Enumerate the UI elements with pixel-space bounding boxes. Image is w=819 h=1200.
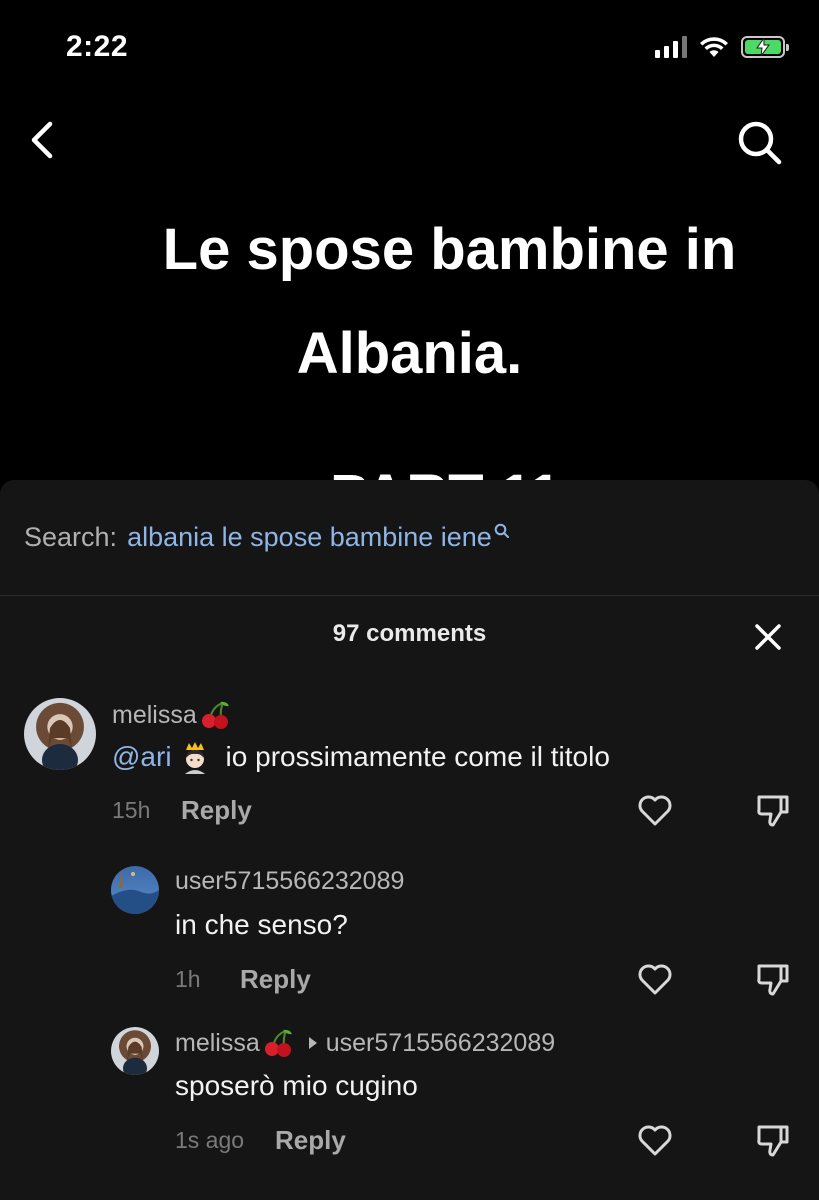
cellular-signal-icon	[655, 36, 687, 58]
comment-time: 15h	[112, 797, 151, 823]
status-bar: 2:22	[0, 0, 819, 100]
search-suggestion-query[interactable]: albania le spose bambine iene	[127, 522, 492, 553]
comments-sheet: Search: albania le spose bambine iene 97…	[0, 480, 819, 1200]
comment-text: sposerò mio cugino	[175, 1070, 418, 1102]
comment-body: sposerò mio cugino	[175, 1070, 418, 1101]
video-title-overlay: Le spose bambine in Albania.	[0, 198, 819, 406]
reply-button[interactable]: Reply	[240, 964, 311, 995]
reply-button[interactable]: Reply	[275, 1125, 346, 1156]
comments-header: 97 comments	[0, 596, 819, 676]
cherry-icon	[201, 701, 229, 729]
video-title-line-1: Le spose bambine in	[162, 217, 737, 282]
comment-reply-item: melissa user5715566232089 sposerò mio cu…	[0, 1026, 819, 1186]
princess-emoji-icon	[184, 742, 205, 774]
comments-count: 97 comments	[332, 620, 487, 647]
status-icons	[655, 36, 789, 58]
like-heart-icon[interactable]	[637, 793, 673, 827]
back-arrow-icon[interactable]	[24, 120, 64, 160]
reply-button[interactable]: Reply	[181, 795, 252, 826]
video-area[interactable]: Le spose bambine in Albania. PART 11	[0, 100, 819, 528]
comment-username-text[interactable]: melissa	[175, 1029, 260, 1058]
dislike-icon[interactable]	[755, 961, 791, 997]
reply-to-username[interactable]: user5715566232089	[326, 1029, 555, 1058]
comment-reply-item: user5715566232089 in che senso? 1h Reply	[0, 865, 819, 1025]
comment-time: 1s ago	[175, 1127, 245, 1153]
like-heart-icon[interactable]	[637, 962, 673, 996]
avatar[interactable]	[111, 1027, 159, 1075]
comment-time: 1h	[175, 966, 201, 992]
reply-to-arrow-icon	[308, 1037, 317, 1049]
close-icon[interactable]	[753, 622, 783, 652]
comment-username[interactable]: melissa	[112, 700, 231, 730]
battery-icon	[741, 36, 789, 58]
comment-body: in che senso?	[175, 909, 348, 940]
video-title-line-2: Albania.	[296, 321, 523, 386]
comment-username-text[interactable]: user5715566232089	[175, 867, 404, 896]
comment-text: @ari io prossimamente come il titolo	[112, 740, 610, 774]
wifi-icon	[700, 37, 728, 57]
dislike-icon[interactable]	[755, 792, 791, 828]
search-icon[interactable]	[735, 118, 785, 168]
comment-body: io prossimamente come il titolo	[225, 741, 610, 772]
dislike-icon[interactable]	[755, 1122, 791, 1158]
comment-username[interactable]: melissa user5715566232089	[175, 1028, 555, 1058]
avatar[interactable]	[111, 866, 159, 914]
comment-mention[interactable]: @ari	[112, 741, 172, 773]
search-suggestion-label: Search:	[24, 522, 118, 552]
status-time: 2:22	[66, 30, 129, 63]
like-heart-icon[interactable]	[637, 1123, 673, 1157]
comment-username[interactable]: user5715566232089	[175, 867, 404, 896]
comment-item: melissa @ari io prossimamente come il ti…	[0, 695, 819, 855]
avatar[interactable]	[24, 698, 96, 770]
comment-text: in che senso?	[175, 909, 348, 941]
search-suggestion[interactable]: Search: albania le spose bambine iene	[0, 480, 819, 596]
comment-username-text[interactable]: melissa	[112, 701, 197, 730]
cherry-icon	[264, 1029, 292, 1057]
small-search-icon	[494, 523, 509, 538]
